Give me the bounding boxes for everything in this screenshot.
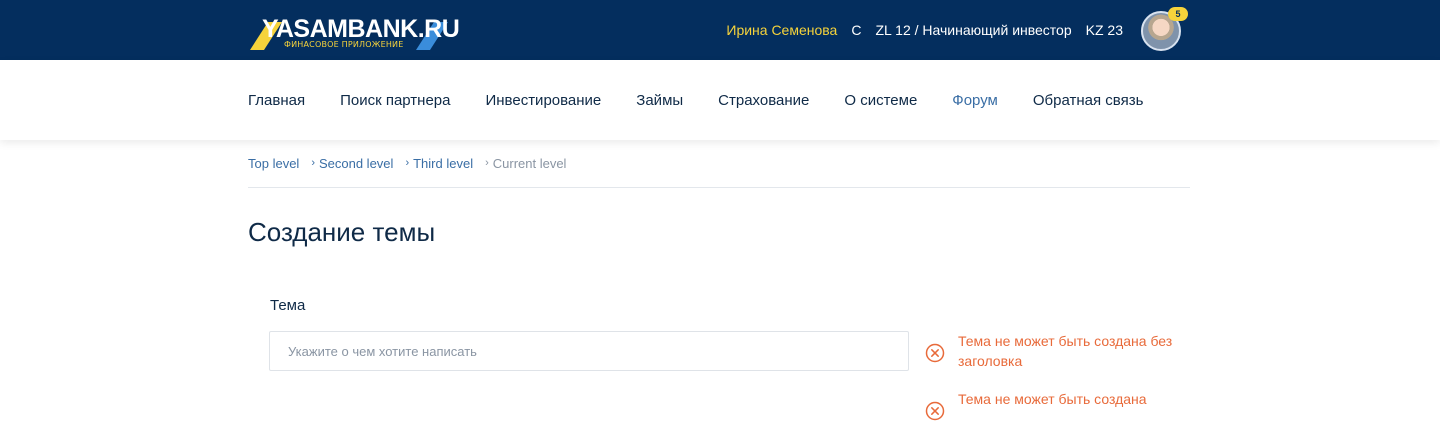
nav-item-partner-search[interactable]: Поиск партнера	[340, 92, 450, 109]
user-info: Ирина Семенова С ZL 12 / Начинающий инве…	[726, 0, 1123, 60]
logo-subtitle: ФИНАСОВОЕ ПРИЛОЖЕНИЕ	[284, 40, 404, 49]
chevron-right-icon: ›	[485, 157, 489, 169]
currency-indicator: С	[851, 22, 862, 38]
breadcrumb-current: Current level	[492, 155, 567, 171]
user-level: ZL 12 / Начинающий инвестор	[875, 22, 1072, 38]
user-name[interactable]: Ирина Семенова	[726, 22, 837, 38]
nav-item-loans[interactable]: Займы	[636, 92, 683, 109]
main-nav: Главная Поиск партнера Инвестирование За…	[248, 60, 1143, 140]
error-text: Тема не может быть создана без заголовка	[958, 333, 1173, 369]
error-message: Тема не может быть создана без заголовка	[925, 331, 1188, 371]
nav-item-forum[interactable]: Форум	[952, 92, 998, 109]
nav-item-feedback[interactable]: Обратная связь	[1033, 92, 1144, 109]
chevron-right-icon: ›	[405, 157, 410, 169]
topic-label: Тема	[270, 297, 306, 314]
logo[interactable]: YASAMBANK.RU ФИНАСОВОЕ ПРИЛОЖЕНИЕ	[248, 12, 460, 52]
page-title: Создание темы	[248, 217, 436, 247]
chevron-right-icon: ›	[311, 157, 315, 169]
top-bar: YASAMBANK.RU ФИНАСОВОЕ ПРИЛОЖЕНИЕ Ирина …	[0, 0, 1440, 60]
breadcrumb-item[interactable]: Top level	[248, 156, 299, 171]
nav-item-about[interactable]: О системе	[844, 92, 917, 109]
divider	[248, 187, 1190, 188]
error-text: Тема не может быть создана	[958, 391, 1147, 407]
error-icon	[925, 401, 945, 421]
nav-item-insurance[interactable]: Страхование	[718, 92, 809, 109]
error-message: Тема не может быть создана	[925, 389, 1188, 421]
topic-input[interactable]	[269, 331, 909, 371]
main-nav-bar: Главная Поиск партнера Инвестирование За…	[0, 60, 1440, 140]
notification-badge: 5	[1168, 7, 1188, 21]
nav-item-investing[interactable]: Инвестирование	[485, 92, 601, 109]
breadcrumb-item[interactable]: Third level	[413, 156, 473, 171]
breadcrumb-item[interactable]: Second level	[319, 156, 393, 171]
error-icon	[925, 343, 945, 363]
nav-item-home[interactable]: Главная	[248, 92, 305, 109]
kz-indicator: KZ 23	[1085, 22, 1123, 38]
breadcrumb: Top level › Second level › Third level ›…	[248, 154, 566, 172]
